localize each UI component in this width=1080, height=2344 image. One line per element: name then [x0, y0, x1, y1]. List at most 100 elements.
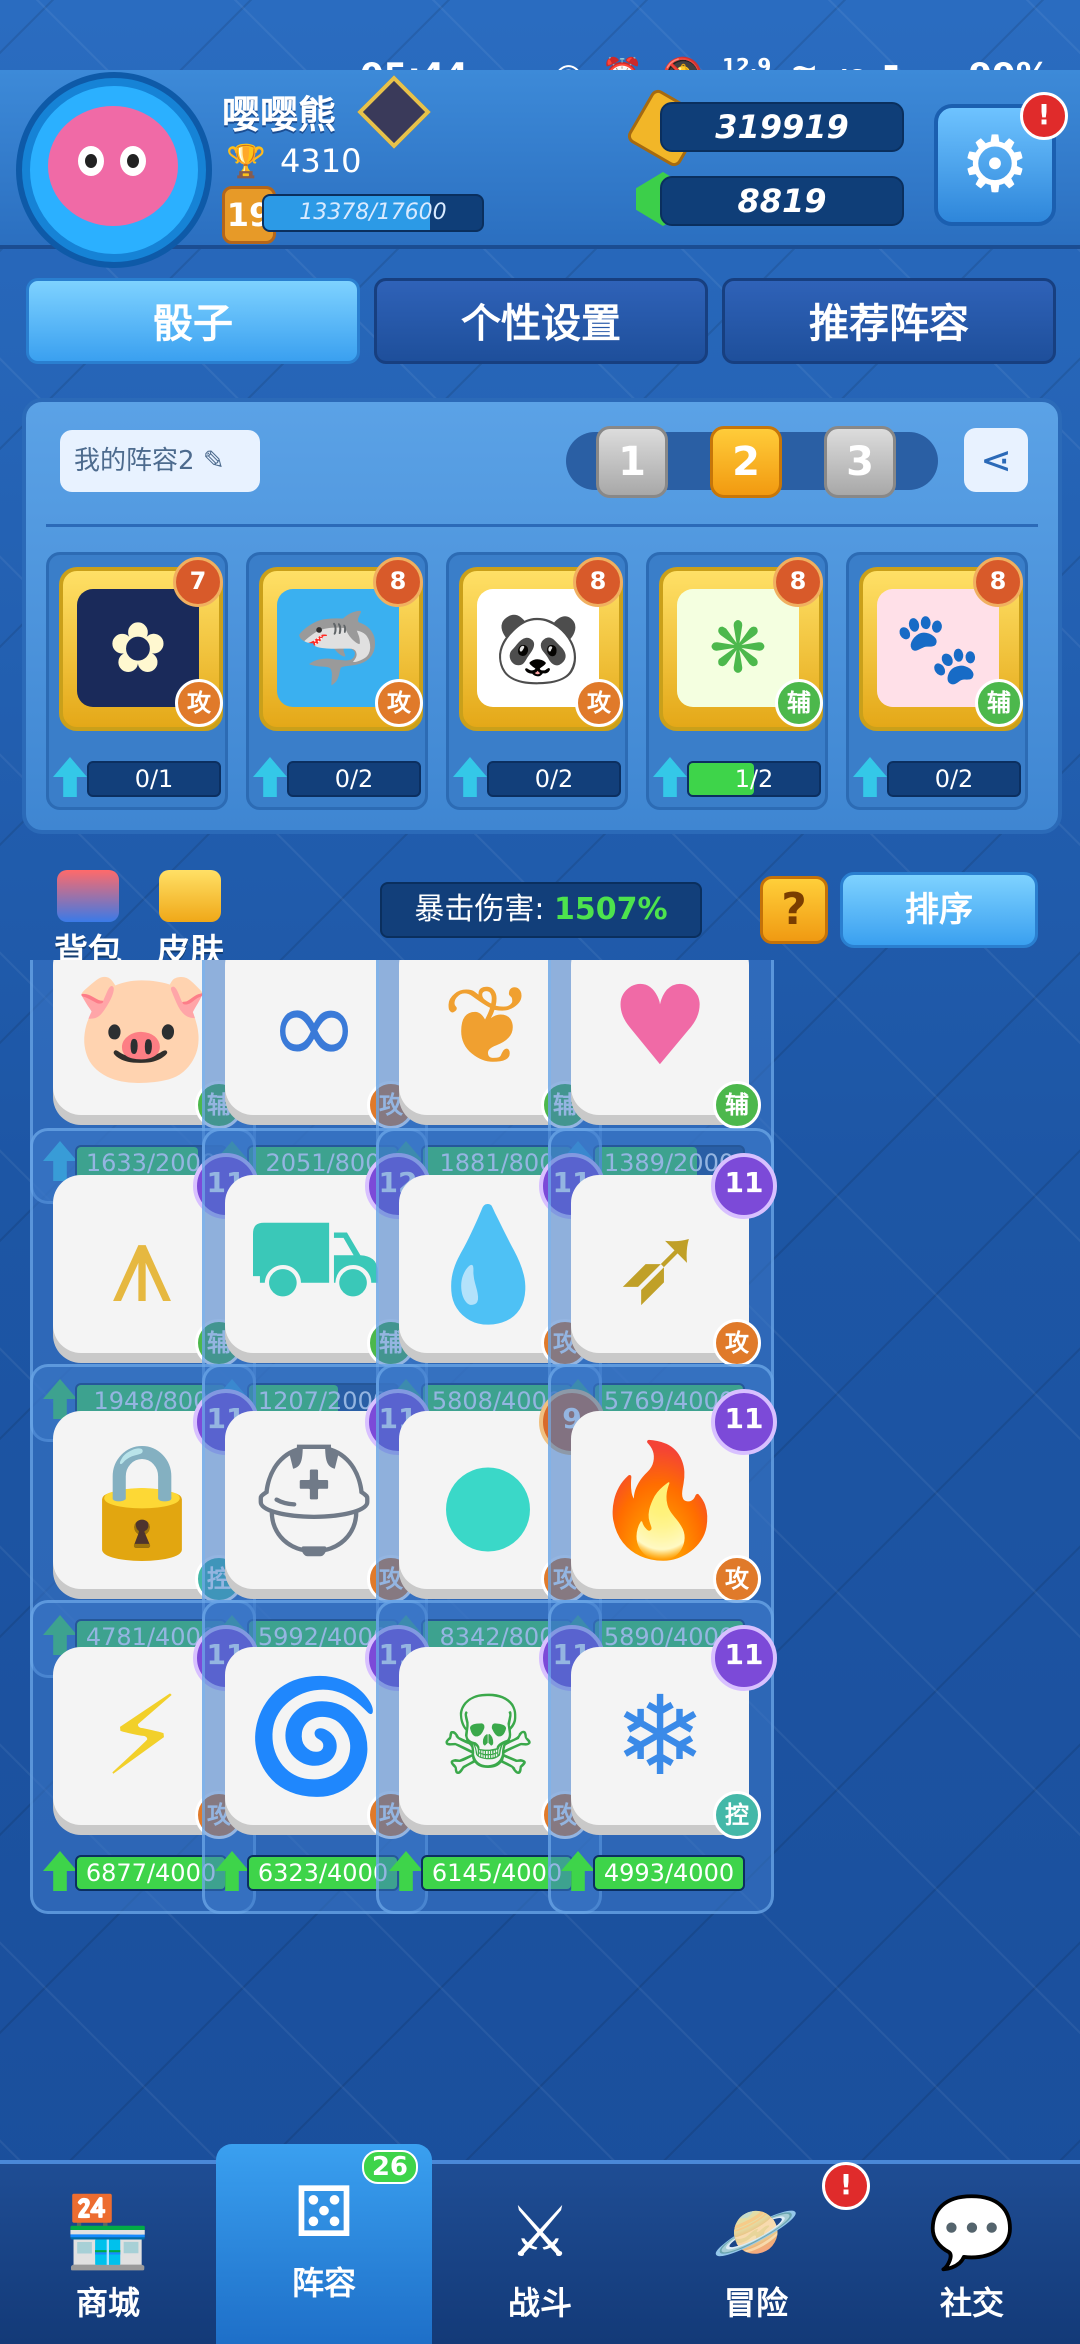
- share-icon: ⋖: [980, 438, 1012, 482]
- lineup-panel: 我的阵容2 ✎ 1 2 3 ⋖ ✿ 7 攻 0/1 🦈 8 攻 0/2 🐼 8: [22, 398, 1062, 834]
- avatar-face: [48, 106, 178, 226]
- upgrade-arrow-icon: [561, 1851, 595, 1891]
- lineup-card[interactable]: ❋ 8 辅 1/2: [646, 552, 828, 810]
- card-level-badge: 8: [573, 557, 623, 607]
- dice-role-badge: 攻: [713, 1555, 761, 1603]
- card-progress-text: 0/2: [334, 765, 374, 793]
- dice-progress-text: 6323/4000: [257, 1859, 389, 1887]
- sort-button[interactable]: 排序: [840, 872, 1038, 948]
- card-progress-text: 0/2: [534, 765, 574, 793]
- dice-role-badge: 辅: [713, 1081, 761, 1129]
- dice-progress-text: 6145/4000: [431, 1859, 563, 1887]
- gem-amount: 8819: [660, 176, 904, 226]
- nav-label: 阵容: [291, 2264, 356, 2302]
- crit-damage: 暴击伤害: 1507%: [380, 882, 702, 938]
- xp-bar: 13378/17600: [262, 194, 484, 232]
- gold-amount: 319919: [660, 102, 904, 152]
- trophy-icon: 🏆: [226, 142, 266, 180]
- card-role-badge: 攻: [175, 679, 223, 727]
- shop-icon: 🏪: [64, 2191, 152, 2273]
- avatar[interactable]: [22, 78, 206, 262]
- dice-progress-text: 6877/4000: [85, 1859, 217, 1887]
- card-role-badge: 攻: [575, 679, 623, 727]
- lineup-slot-2[interactable]: 2: [710, 426, 782, 498]
- dice-level-badge: 11: [711, 1153, 777, 1219]
- card-level-badge: 7: [173, 557, 223, 607]
- xp-text: 13378/17600: [299, 200, 447, 225]
- help-button[interactable]: ?: [760, 876, 828, 944]
- edit-pencil-icon: ✎: [202, 446, 225, 476]
- tab-dice[interactable]: 骰子: [26, 278, 360, 364]
- lineup-card[interactable]: 🐾 8 辅 0/2: [846, 552, 1028, 810]
- dice-level-badge: 11: [711, 1389, 777, 1455]
- dice-progress: 4993/4000: [593, 1855, 745, 1891]
- nav-label: 冒险: [723, 2284, 788, 2322]
- card-progress: 1/2: [687, 761, 821, 797]
- lineup-name: 我的阵容2: [74, 446, 195, 476]
- card-level-badge: 8: [373, 557, 423, 607]
- card-role-badge: 攻: [375, 679, 423, 727]
- gear-icon: ⚙: [960, 120, 1030, 210]
- dice-card[interactable]: ❄ 11 控 4993/4000: [548, 1600, 777, 1914]
- tab-recommended[interactable]: 推荐阵容: [722, 278, 1056, 364]
- tab-personalize[interactable]: 个性设置: [374, 278, 708, 364]
- bag-icon: [57, 870, 119, 922]
- crossed-swords-icon: ⚔: [508, 2191, 572, 2273]
- trophy-count: 4310: [280, 142, 362, 180]
- card-level-badge: 8: [973, 557, 1023, 607]
- card-role-badge: 辅: [775, 679, 823, 727]
- card-progress: 0/2: [487, 761, 621, 797]
- nav-shop[interactable]: 🏪 商城: [0, 2164, 216, 2344]
- upgrade-arrow-icon: [215, 1851, 249, 1891]
- lineup-card[interactable]: ✿ 7 攻 0/1: [46, 552, 228, 810]
- upgrade-arrow-icon: [653, 757, 687, 797]
- nav-crossed-swords[interactable]: ⚔ 战斗: [432, 2164, 648, 2344]
- card-progress-text: 1/2: [734, 765, 774, 793]
- skin-icon: [159, 870, 221, 922]
- bottom-nav: 🏪 商城 ⚄ 阵容 26 ⚔ 战斗 🪐 冒险 💬 社交: [0, 2144, 1080, 2344]
- card-level-badge: 8: [773, 557, 823, 607]
- nav-chat[interactable]: 💬 社交: [864, 2164, 1080, 2344]
- bag-button[interactable]: 背包: [48, 870, 128, 973]
- lineup-slot-3[interactable]: 3: [824, 426, 896, 498]
- upgrade-arrow-icon: [853, 757, 887, 797]
- lineup-slot-1[interactable]: 1: [596, 426, 668, 498]
- nav-dice[interactable]: ⚄ 阵容 26: [216, 2144, 432, 2344]
- lineup-card[interactable]: 🦈 8 攻 0/2: [246, 552, 428, 810]
- nav-label: 战斗: [507, 2284, 572, 2322]
- dice-role-badge: 控: [713, 1791, 761, 1839]
- crit-value: 1507%: [554, 892, 668, 927]
- card-role-badge: 辅: [975, 679, 1023, 727]
- nav-label: 社交: [939, 2284, 1004, 2322]
- divider: [46, 524, 1038, 527]
- share-button[interactable]: ⋖: [964, 428, 1028, 492]
- dice-level-badge: 11: [711, 1625, 777, 1691]
- avatar-eye: [78, 146, 104, 176]
- dice-grid: 🐷 辅 1633/2000 ∞ 攻 2051/800 ❦ 辅 1881/800 …: [0, 960, 1080, 2160]
- lineup-name-button[interactable]: 我的阵容2 ✎: [60, 430, 260, 492]
- dice-progress-text: 4993/4000: [603, 1859, 735, 1887]
- lineup-cards: ✿ 7 攻 0/1 🦈 8 攻 0/2 🐼 8 攻 0/2 ❋ 8 辅 1/2 …: [46, 552, 1046, 810]
- dice-icon: ⚄: [293, 2171, 355, 2253]
- chat-icon: 💬: [928, 2191, 1016, 2273]
- tab-bar: 骰子 个性设置 推荐阵容: [26, 278, 1056, 364]
- avatar-eye: [120, 146, 146, 176]
- planet-icon: 🪐: [712, 2191, 800, 2273]
- card-progress: 0/2: [887, 761, 1021, 797]
- card-progress: 0/1: [87, 761, 221, 797]
- nav-label: 商城: [75, 2284, 140, 2322]
- settings-alert-badge: !: [1020, 92, 1068, 140]
- upgrade-arrow-icon: [389, 1851, 423, 1891]
- player-name: 嘤嘤熊: [222, 93, 337, 137]
- card-progress-text: 0/1: [134, 765, 174, 793]
- upgrade-arrow-icon: [53, 757, 87, 797]
- nav-badge: 26: [361, 2150, 418, 2184]
- card-progress-text: 0/2: [934, 765, 974, 793]
- lineup-slot-selector: 1 2 3: [566, 426, 938, 498]
- card-progress: 0/2: [287, 761, 421, 797]
- upgrade-arrow-icon: [253, 757, 287, 797]
- skin-button[interactable]: 皮肤: [150, 870, 230, 973]
- dice-role-badge: 攻: [713, 1319, 761, 1367]
- adventure-alert-badge: !: [822, 2162, 870, 2210]
- lineup-card[interactable]: 🐼 8 攻 0/2: [446, 552, 628, 810]
